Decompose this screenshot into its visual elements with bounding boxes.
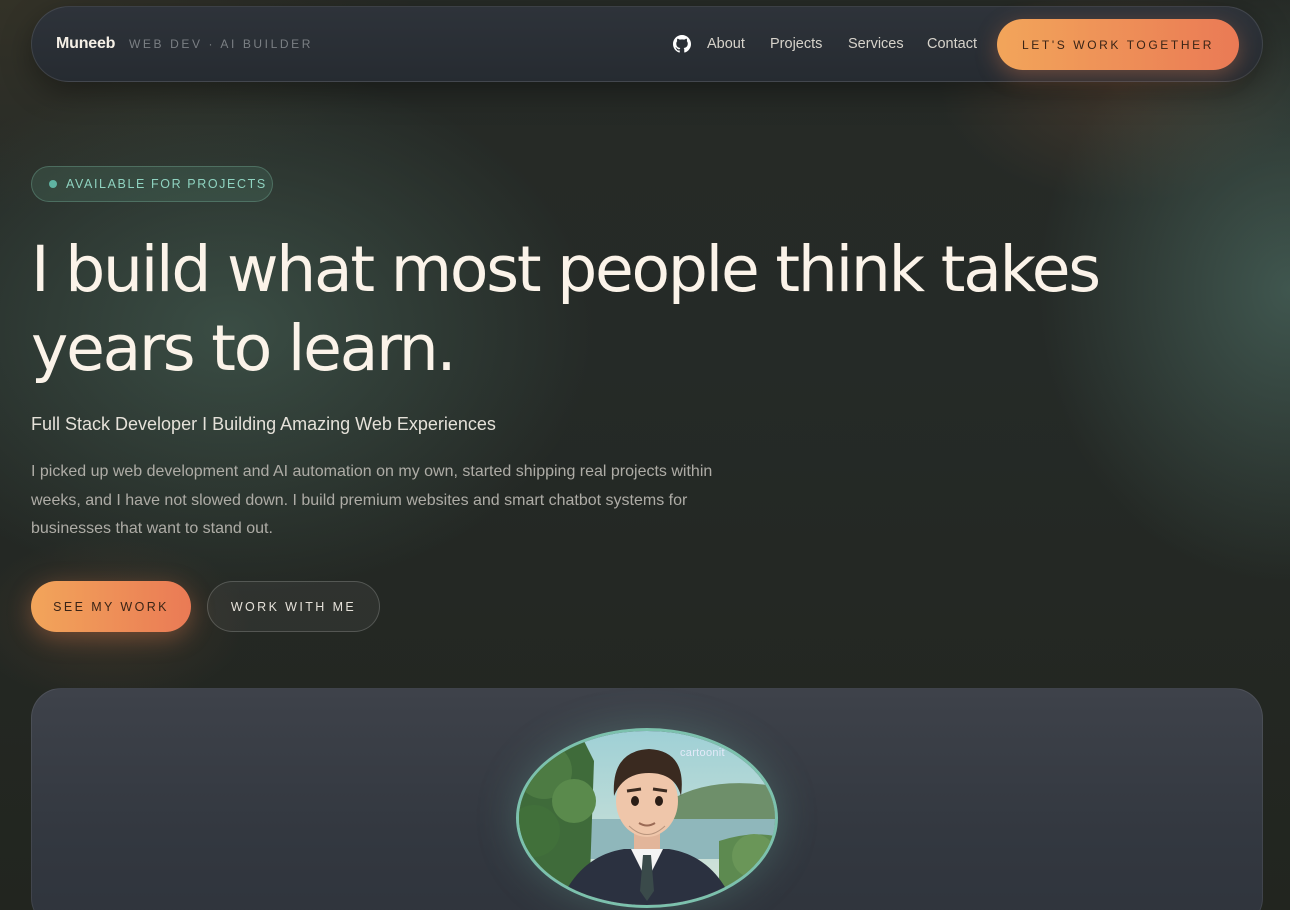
availability-badge: AVAILABLE FOR PROJECTS — [31, 166, 273, 202]
top-navbar: Muneeb WEB DEV · AI BUILDER About Projec… — [31, 6, 1263, 82]
nav-link-services[interactable]: Services — [848, 36, 904, 52]
status-dot-icon — [49, 180, 57, 188]
work-with-me-button[interactable]: WORK WITH ME — [207, 581, 380, 632]
hero-description: I picked up web development and AI autom… — [31, 463, 713, 537]
brand-tagline: WEB DEV · AI BUILDER — [129, 37, 314, 51]
nav-link-about[interactable]: About — [707, 36, 745, 52]
nav-link-contact[interactable]: Contact — [927, 36, 977, 52]
avatar — [516, 728, 778, 908]
avatar-watermark: cartoonit — [680, 747, 725, 759]
brand-name[interactable]: Muneeb — [56, 35, 115, 53]
hero-subtitle: Full Stack Developer I Building Amazing … — [31, 414, 496, 434]
availability-label: AVAILABLE FOR PROJECTS — [66, 177, 267, 191]
hero-headline: I build what most people think takes yea… — [31, 233, 1101, 385]
nav-link-projects[interactable]: Projects — [770, 36, 822, 52]
github-icon[interactable] — [673, 35, 691, 53]
see-my-work-button[interactable]: SEE MY WORK — [31, 581, 191, 632]
lets-work-together-button[interactable]: LET'S WORK TOGETHER — [997, 19, 1239, 70]
